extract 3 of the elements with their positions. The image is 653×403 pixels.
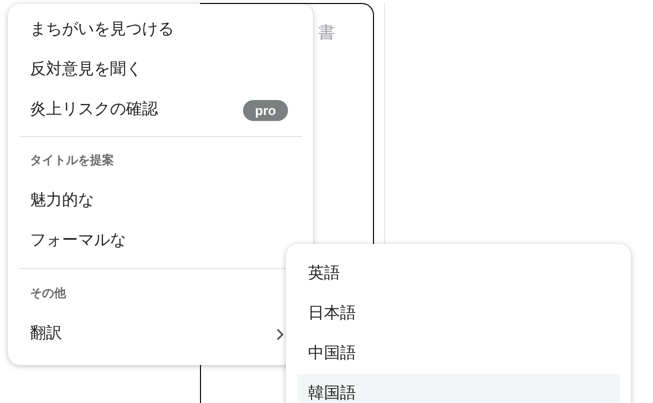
section-header: タイトルを提案: [30, 152, 114, 168]
section-header: その他: [30, 285, 66, 301]
pro-badge: pro: [243, 100, 288, 120]
